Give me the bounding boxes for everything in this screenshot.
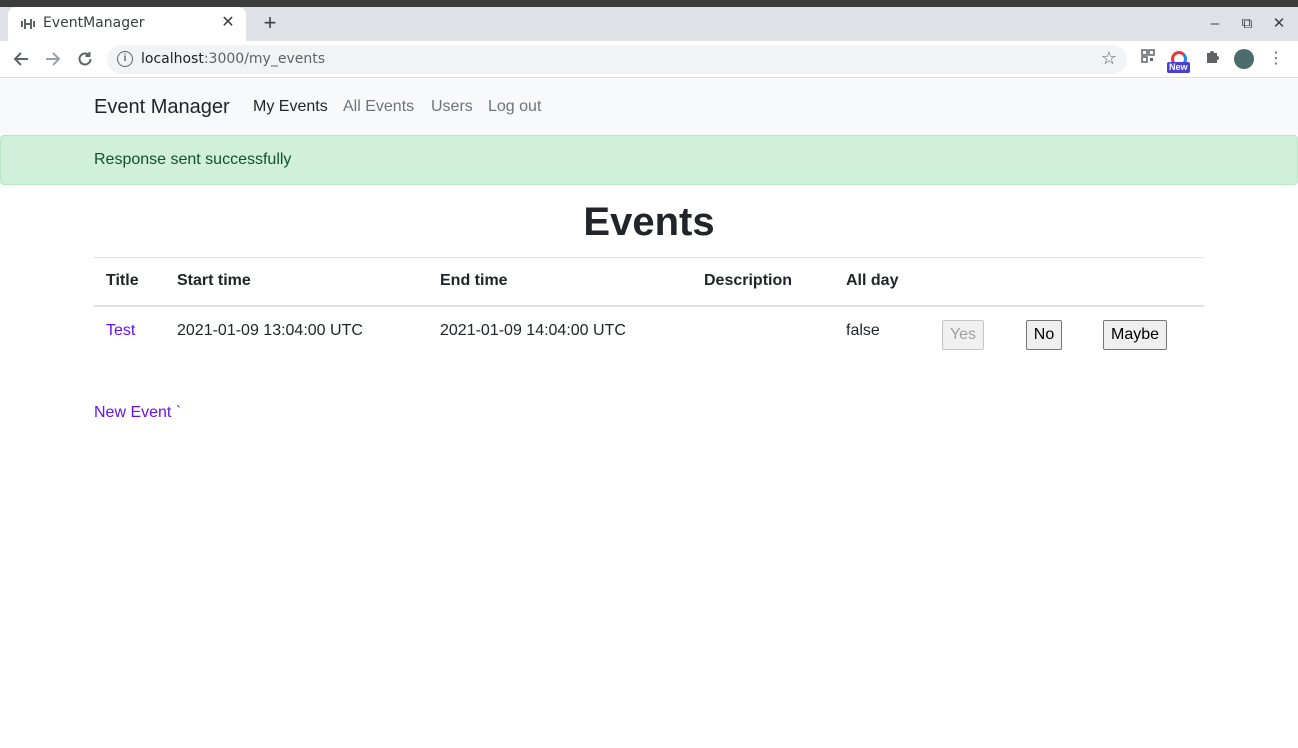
page-navbar: Event Manager My Events All Events Users… bbox=[0, 79, 1298, 135]
nav-link-all-events[interactable]: All Events bbox=[343, 98, 414, 116]
os-top-bar bbox=[0, 0, 1298, 7]
nav-link-users[interactable]: Users bbox=[431, 98, 473, 116]
kebab-menu-icon[interactable]: ⋮ bbox=[1268, 49, 1284, 69]
event-title-link[interactable]: Test bbox=[106, 322, 135, 340]
browser-tab-strip: EventManager ✕ + – ⧉ ✕ bbox=[0, 7, 1298, 41]
browser-tab[interactable]: EventManager ✕ bbox=[8, 7, 246, 41]
alert-message: Response sent successfully bbox=[94, 151, 292, 168]
tab-close-icon[interactable]: ✕ bbox=[218, 13, 238, 33]
browser-toolbar: i localhost:3000/my_events ☆ bbox=[0, 41, 1298, 78]
column-header-title: Title bbox=[106, 272, 139, 289]
info-icon[interactable]: i bbox=[117, 51, 133, 67]
page-title: Events bbox=[583, 200, 715, 244]
nav-link-my-events[interactable]: My Events bbox=[253, 98, 328, 116]
new-tab-button[interactable]: + bbox=[258, 11, 282, 35]
back-arrow-icon[interactable] bbox=[8, 47, 34, 71]
column-header-end-time: End time bbox=[440, 272, 508, 289]
address-bar[interactable]: i localhost:3000/my_events ☆ bbox=[107, 45, 1127, 74]
forward-arrow-icon[interactable] bbox=[40, 47, 66, 71]
url-text[interactable]: localhost:3000/my_events bbox=[141, 51, 325, 67]
event-start-time: 2021-01-09 13:04:00 UTC bbox=[177, 322, 363, 339]
dumbbell-icon bbox=[20, 16, 36, 32]
success-alert: Response sent successfully bbox=[0, 135, 1298, 185]
minimize-icon[interactable]: – bbox=[1204, 13, 1226, 35]
restore-icon[interactable]: ⧉ bbox=[1236, 13, 1258, 35]
column-header-description: Description bbox=[704, 272, 793, 289]
table-header-border bbox=[94, 305, 1204, 307]
rsvp-maybe-button[interactable]: Maybe bbox=[1103, 320, 1167, 350]
new-event-link[interactable]: New Event ` bbox=[94, 404, 181, 422]
star-icon[interactable]: ☆ bbox=[1101, 48, 1117, 69]
tab-title: EventManager bbox=[43, 15, 145, 31]
nav-link-log-out[interactable]: Log out bbox=[488, 98, 541, 116]
window-close-icon[interactable]: ✕ bbox=[1268, 13, 1290, 35]
navbar-brand[interactable]: Event Manager bbox=[94, 96, 230, 119]
rsvp-no-button[interactable]: No bbox=[1026, 320, 1062, 350]
column-header-all-day: All day bbox=[846, 272, 899, 289]
profile-avatar[interactable] bbox=[1234, 49, 1254, 69]
qr-code-icon[interactable] bbox=[1138, 49, 1158, 69]
column-header-start-time: Start time bbox=[177, 272, 251, 289]
reload-icon[interactable] bbox=[72, 47, 98, 71]
event-all-day: false bbox=[846, 322, 880, 339]
puzzle-icon[interactable] bbox=[1202, 49, 1222, 69]
extension-new-icon[interactable]: New bbox=[1167, 51, 1193, 73]
table-top-border bbox=[94, 257, 1204, 258]
rsvp-yes-button[interactable]: Yes bbox=[942, 320, 984, 350]
event-end-time: 2021-01-09 14:04:00 UTC bbox=[440, 322, 626, 339]
